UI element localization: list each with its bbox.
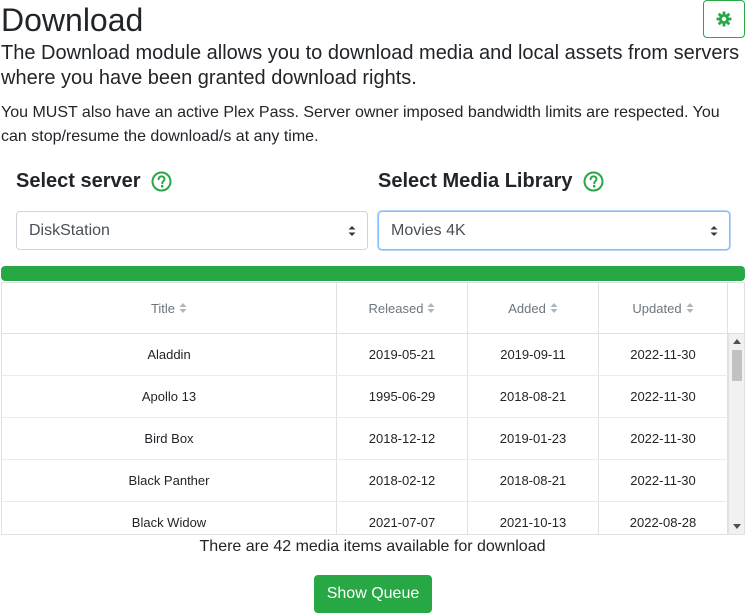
cell-added: 2018-08-21 [468, 460, 599, 501]
progress-bar-fill [1, 266, 745, 281]
server-select-label: Select server [16, 170, 141, 192]
library-select-value: Movies 4K [391, 221, 466, 239]
table-row[interactable]: Apollo 13 1995-06-29 2018-08-21 2022-11-… [2, 376, 728, 418]
cell-title: Apollo 13 [2, 376, 337, 417]
cell-title: Black Widow [2, 502, 337, 534]
cell-added: 2018-08-21 [468, 376, 599, 417]
progress-bar [1, 266, 745, 281]
table-body: Aladdin 2019-05-21 2019-09-11 2022-11-30… [2, 334, 728, 534]
column-header-added[interactable]: Added [468, 283, 599, 333]
gear-icon [716, 11, 732, 27]
intro-lead: The Download module allows you to downlo… [1, 42, 740, 89]
scrollbar-thumb[interactable] [732, 350, 742, 381]
show-queue-button[interactable]: Show Queue [314, 575, 432, 613]
cell-released: 2019-05-21 [337, 334, 468, 375]
sort-icon [550, 302, 558, 314]
sort-icon [179, 302, 187, 314]
cell-released: 2018-02-12 [337, 460, 468, 501]
table-row[interactable]: Bird Box 2018-12-12 2019-01-23 2022-11-3… [2, 418, 728, 460]
settings-button[interactable] [703, 0, 745, 38]
library-select-label: Select Media Library [378, 170, 573, 192]
column-header-title[interactable]: Title [2, 283, 337, 333]
scroll-up-arrow-icon[interactable] [733, 339, 741, 344]
column-header-updated[interactable]: Updated [599, 283, 728, 333]
sort-icon [686, 302, 694, 314]
server-select[interactable]: DiskStation [16, 211, 368, 250]
media-table: Title Released Added Updated Aladdin 201… [1, 282, 745, 535]
download-page: Download The Download module allows you [0, 0, 745, 613]
cell-title: Bird Box [2, 418, 337, 459]
cell-title: Aladdin [2, 334, 337, 375]
server-select-value: DiskStation [29, 221, 110, 239]
select-caret-icon [709, 224, 719, 238]
table-row[interactable]: Black Widow 2021-07-07 2021-10-13 2022-0… [2, 502, 728, 534]
question-circle-icon[interactable] [151, 171, 172, 192]
table-scrollbar[interactable] [728, 334, 744, 534]
table-row[interactable]: Aladdin 2019-05-21 2019-09-11 2022-11-30 [2, 334, 728, 376]
cell-released: 2021-07-07 [337, 502, 468, 534]
cell-updated: 2022-11-30 [599, 334, 728, 375]
media-count-text: There are 42 media items available for d… [199, 538, 546, 555]
server-select-label-group: Select server [16, 168, 172, 194]
library-select[interactable]: Movies 4K [378, 211, 730, 250]
column-header-label: Updated [632, 300, 682, 316]
cell-updated: 2022-11-30 [599, 376, 728, 417]
library-select-label-group: Select Media Library [378, 168, 604, 194]
table-header-row: Title Released Added Updated [2, 283, 744, 334]
cell-released: 2018-12-12 [337, 418, 468, 459]
column-header-label: Released [368, 300, 424, 316]
select-caret-icon [347, 224, 357, 238]
intro-note: You MUST also have an active Plex Pass. … [1, 104, 720, 145]
sort-icon [427, 302, 435, 314]
column-header-released[interactable]: Released [337, 283, 468, 333]
cell-updated: 2022-08-28 [599, 502, 728, 534]
cell-released: 1995-06-29 [337, 376, 468, 417]
cell-updated: 2022-11-30 [599, 418, 728, 459]
page-title: Download [1, 2, 144, 38]
column-header-label: Title [150, 300, 176, 316]
cell-added: 2021-10-13 [468, 502, 599, 534]
table-row[interactable]: Black Panther 2018-02-12 2018-08-21 2022… [2, 460, 728, 502]
cell-added: 2019-09-11 [468, 334, 599, 375]
cell-title: Black Panther [2, 460, 337, 501]
cell-added: 2019-01-23 [468, 418, 599, 459]
question-circle-icon[interactable] [583, 171, 604, 192]
scroll-down-arrow-icon[interactable] [733, 524, 741, 529]
column-header-label: Added [508, 300, 546, 316]
cell-updated: 2022-11-30 [599, 460, 728, 501]
